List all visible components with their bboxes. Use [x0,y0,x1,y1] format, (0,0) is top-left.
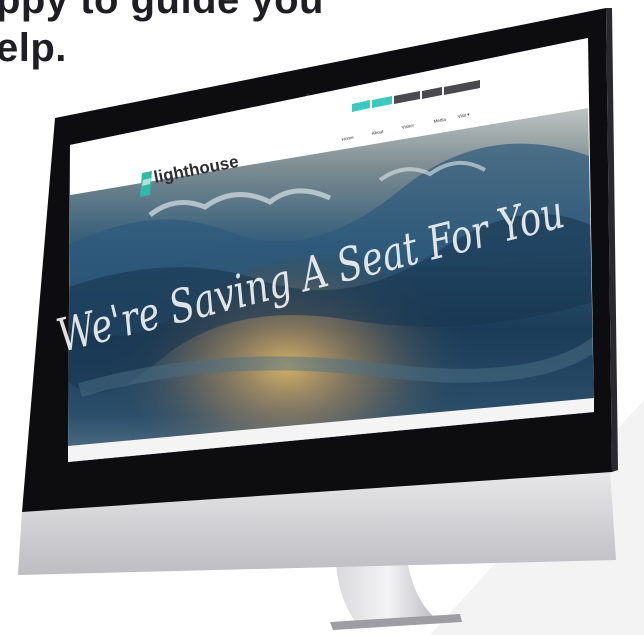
imac-illustration: lighthouse Home About Visitor Media Visi… [18,8,644,635]
